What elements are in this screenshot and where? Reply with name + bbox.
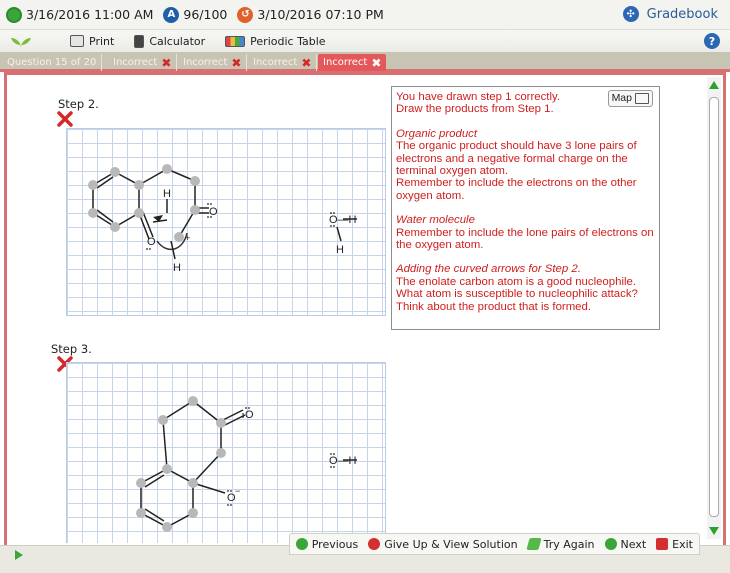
expand-play-icon[interactable] — [15, 550, 23, 560]
step-2-title: Step 2. — [58, 97, 99, 111]
tools-bar: Print Calculator Periodic Table ? — [0, 30, 730, 52]
score-text: 96/100 — [183, 7, 228, 22]
attempt-label: Incorrect — [183, 57, 228, 68]
feedback-panel: Map You have drawn step 1 correctly. Dra… — [391, 86, 660, 330]
h-atom-label: H — [173, 262, 181, 274]
score: A 96/100 — [163, 6, 228, 23]
tab-attempt-2[interactable]: Incorrect ✖ — [178, 54, 248, 71]
question-frame: Step 2. H O O + H O—H H Map You have dra… — [4, 72, 726, 562]
vertical-scrollbar[interactable] — [707, 77, 721, 539]
question-number-label: Question 15 of 20 — [7, 57, 97, 68]
attempt-tabs: Question 15 of 20 Incorrect ✖ Incorrect ✖ … — [0, 52, 730, 72]
start-time-text: 3/16/2016 11:00 AM — [26, 7, 154, 22]
h-atom-label: H — [163, 188, 171, 200]
tab-attempt-3[interactable]: Incorrect ✖ — [248, 54, 318, 71]
scroll-up-icon[interactable] — [709, 81, 719, 89]
question-navigation: Previous Give Up & View Solution Try Aga… — [288, 533, 700, 555]
h-atom-label: H — [336, 244, 344, 256]
previous-arrow-icon — [295, 538, 308, 550]
print-label: Print — [89, 34, 115, 48]
gradebook-link[interactable]: ✣ Gradebook — [622, 6, 718, 22]
question-content: Step 2. H O O + H O—H H Map You have dra… — [11, 77, 705, 543]
score-icon: A — [163, 6, 180, 23]
gradebook-label: Gradebook — [646, 6, 718, 22]
exit-button[interactable]: Exit — [656, 538, 693, 551]
o-atom-label: O — [147, 236, 156, 248]
help-icon[interactable]: ? — [704, 33, 720, 49]
feedback-arrows-text-2: What atom is susceptible to nucleophilic… — [396, 288, 638, 301]
calculator-icon — [134, 34, 145, 48]
calculator-button[interactable]: Calculator — [134, 34, 206, 48]
previous-label: Previous — [311, 537, 359, 551]
print-button[interactable]: Print — [70, 35, 114, 48]
next-label: Next — [620, 537, 647, 551]
o-atom-label: O — [245, 409, 254, 421]
attempt-label: Incorrect — [323, 57, 368, 68]
incorrect-x-icon — [57, 111, 73, 127]
calculator-label: Calculator — [149, 34, 206, 48]
status-bar: 3/16/2016 11:00 AM A 96/100 ↺ 3/10/2016 … — [0, 0, 730, 30]
try-again-icon — [525, 538, 542, 550]
previous-button[interactable]: Previous — [295, 537, 359, 551]
plus-charge-label: + — [185, 233, 190, 243]
periodic-table-icon — [225, 35, 246, 47]
printer-icon — [70, 35, 84, 47]
attempt-label: Incorrect — [113, 57, 158, 68]
incorrect-x-icon: ✖ — [301, 55, 312, 70]
next-button[interactable]: Next — [604, 537, 647, 551]
incorrect-x-icon: ✖ — [231, 55, 242, 70]
tab-question-number[interactable]: Question 15 of 20 — [2, 54, 103, 71]
feedback-arrows-text-3: Think about the product that is formed. — [396, 300, 592, 313]
due-time-text: 3/10/2016 07:10 PM — [257, 7, 384, 22]
feedback-heading-organic: Organic product — [396, 127, 478, 140]
incorrect-x-icon: ✖ — [161, 55, 172, 70]
late-clock-icon: ↺ — [237, 6, 254, 23]
tab-attempt-4[interactable]: Incorrect ✖ — [318, 54, 387, 71]
tab-attempt-1[interactable]: Incorrect ✖ — [108, 54, 178, 71]
feedback-heading-arrows: Adding the curved arrows for Step 2. — [396, 263, 581, 276]
o-atom-label: O — [209, 206, 218, 218]
give-up-label: Give Up & View Solution — [384, 537, 518, 551]
water-oh-label: O—H — [329, 214, 357, 226]
step-3-structure: O O − O—H — [136, 396, 357, 532]
drawing-canvas-step-3[interactable]: O O − O—H — [66, 362, 386, 543]
try-again-button[interactable]: Try Again — [525, 537, 595, 551]
feedback-organic-text: The organic product should have 3 lone p… — [396, 140, 637, 178]
map-label: Map — [611, 92, 632, 105]
feedback-heading-water: Water molecule — [396, 214, 475, 227]
clock-icon — [6, 6, 22, 23]
give-up-icon — [368, 538, 381, 550]
leaf-logo-icon — [11, 38, 31, 48]
feedback-arrows-text-1: The enolate carbon atom is a good nucleo… — [396, 275, 636, 288]
try-again-label: Try Again — [543, 537, 595, 551]
feedback-organic-text-2: Remember to include the electrons on the… — [396, 177, 637, 202]
feedback-water-text: Remember to include the lone pairs of el… — [396, 226, 654, 252]
attempt-label: Incorrect — [253, 57, 298, 68]
exit-icon — [656, 538, 669, 550]
exit-label: Exit — [672, 537, 693, 551]
give-up-button[interactable]: Give Up & View Solution — [368, 537, 518, 551]
scroll-thumb[interactable] — [709, 97, 719, 517]
periodic-table-label: Periodic Table — [250, 34, 326, 48]
periodic-table-button[interactable]: Periodic Table — [225, 34, 326, 48]
gradebook-icon: ✣ — [622, 6, 639, 22]
map-button[interactable]: Map — [607, 90, 653, 107]
step-2-structure: H O O + H O—H H — [88, 164, 357, 274]
step-3-title: Step 3. — [51, 342, 92, 356]
water-oh-label: O—H — [329, 455, 357, 467]
next-arrow-icon — [604, 538, 617, 550]
drawing-canvas-step-2[interactable]: H O O + H O—H H — [66, 128, 386, 316]
scroll-down-icon[interactable] — [709, 527, 719, 535]
start-time: 3/16/2016 11:00 AM — [6, 6, 154, 23]
minus-charge-label: − — [235, 486, 240, 496]
incorrect-x-icon: ✖ — [371, 55, 382, 70]
sitemap-icon — [635, 93, 649, 104]
due-time: ↺ 3/10/2016 07:10 PM — [237, 6, 384, 23]
